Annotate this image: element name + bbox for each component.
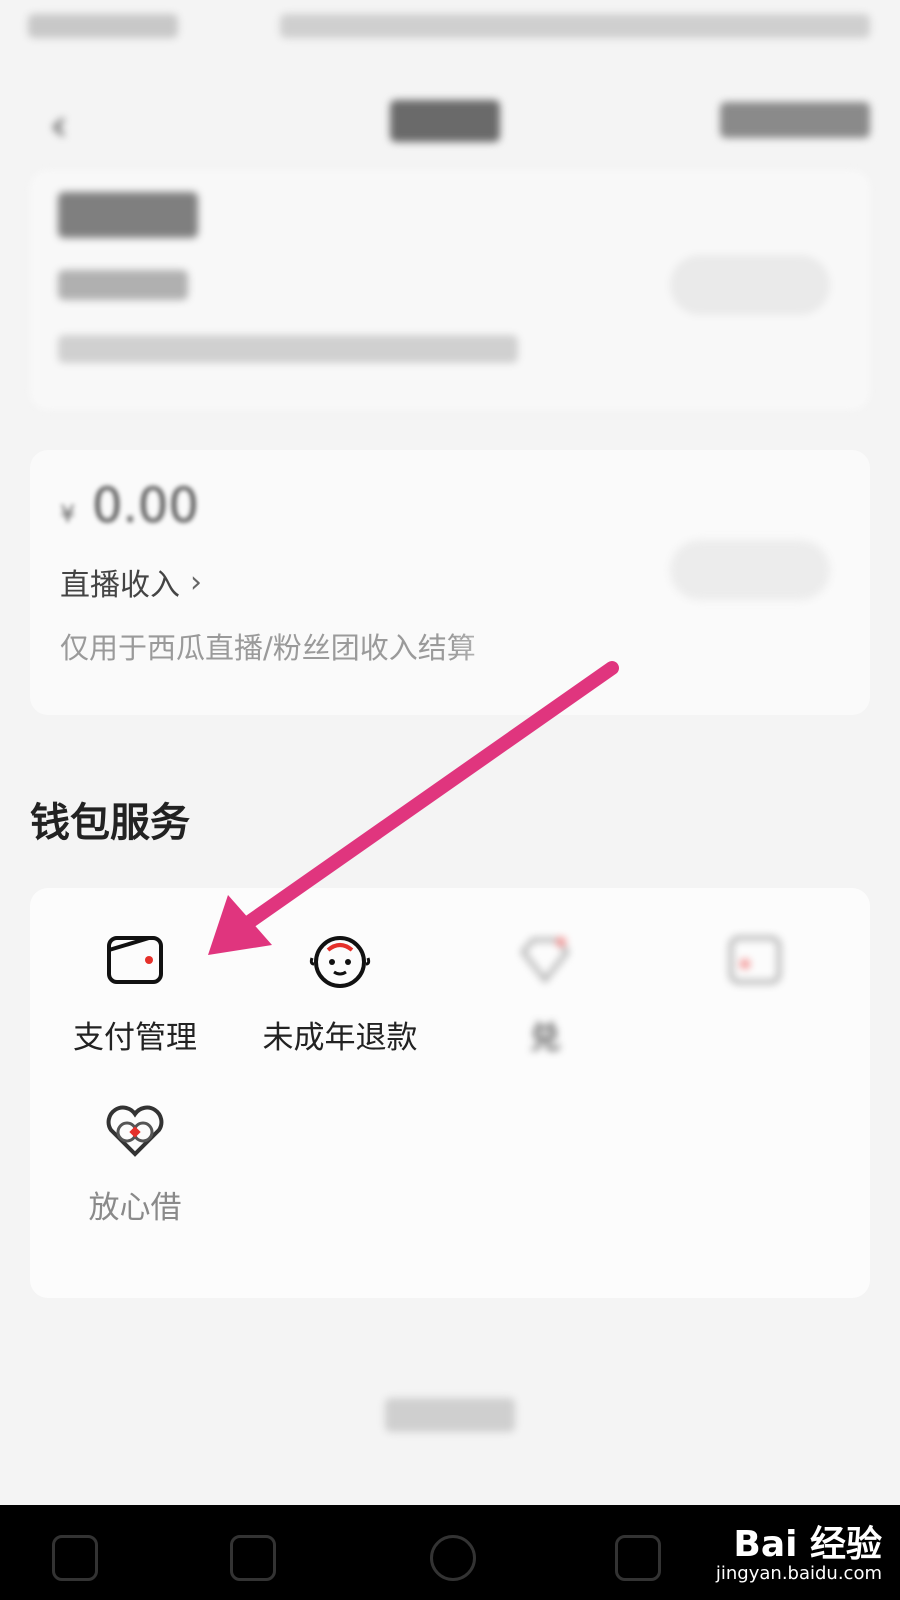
watermark: Bai 经验 jingyan.baidu.com xyxy=(690,1505,890,1595)
balance-action-button[interactable] xyxy=(670,255,830,315)
menu-icon[interactable] xyxy=(52,1535,98,1581)
wallet-icon xyxy=(107,936,163,984)
live-income-link[interactable]: 直播收入 › xyxy=(60,560,202,604)
watermark-brand: Bai 经验 xyxy=(733,1524,882,1565)
balance-label xyxy=(58,270,188,300)
back-icon[interactable]: ‹ xyxy=(50,100,68,151)
live-income-amount: 0.00 xyxy=(92,478,199,534)
header: ‹ xyxy=(0,80,900,160)
carrier-text xyxy=(28,14,178,38)
service-worry-free-loan[interactable]: 放心借 xyxy=(30,1098,240,1263)
watermark-url: jingyan.baidu.com xyxy=(715,1563,882,1584)
service-minor-refund[interactable]: 未成年退款 xyxy=(235,928,445,1057)
page-title xyxy=(390,100,500,142)
balance-card xyxy=(30,170,870,410)
header-right-link[interactable] xyxy=(720,102,870,138)
section-title: 钱包服务 xyxy=(30,800,190,846)
service-sublabel xyxy=(30,1237,240,1263)
balance-description xyxy=(58,335,518,363)
service-promo[interactable] xyxy=(650,928,860,1012)
live-income-card: ¥ 0.00 直播收入 › 仅用于西瓜直播/粉丝团收入结算 xyxy=(30,450,870,715)
currency-symbol: ¥ xyxy=(60,500,76,528)
service-exchange[interactable]: 兑 xyxy=(440,928,650,1057)
withdraw-button[interactable] xyxy=(670,540,830,600)
service-label: 未成年退款 xyxy=(262,1020,418,1056)
chevron-right-icon: › xyxy=(190,564,202,600)
back-nav-icon[interactable] xyxy=(230,1535,276,1581)
status-icons xyxy=(280,14,870,38)
wallet-services-card: 支付管理 未成年退款 兑 放心借 xyxy=(30,888,870,1298)
service-label: 放心借 xyxy=(88,1190,182,1226)
balance-amount xyxy=(58,192,198,238)
note-fade xyxy=(450,625,560,665)
service-payment-management[interactable]: 支付管理 xyxy=(30,928,240,1057)
status-bar xyxy=(0,0,900,60)
live-income-label: 直播收入 xyxy=(60,568,180,603)
heart-loan-icon xyxy=(106,1105,164,1157)
home-icon[interactable] xyxy=(430,1535,476,1581)
service-label: 支付管理 xyxy=(73,1020,197,1056)
promo-icon xyxy=(729,936,781,984)
bottom-link[interactable] xyxy=(385,1398,515,1432)
gift-icon xyxy=(520,937,570,984)
service-label: 兑 xyxy=(529,1020,561,1056)
recent-apps-icon[interactable] xyxy=(615,1535,661,1581)
child-face-icon xyxy=(309,936,371,988)
